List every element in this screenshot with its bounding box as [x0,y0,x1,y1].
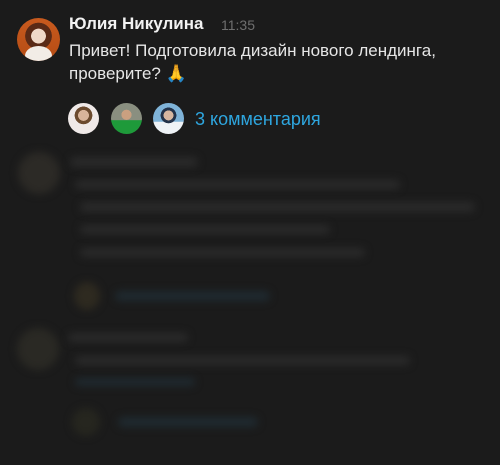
blurred-text [68,333,188,342]
blurred-text [75,180,400,189]
blurred-text [75,356,410,365]
blurred-text [80,225,330,234]
blurred-text [80,248,365,257]
comments-link[interactable]: 3 комментария [195,109,321,130]
blurred-link [118,417,258,427]
participant-avatar [68,103,99,134]
participant-avatar [111,103,142,134]
blurred-avatar [72,408,100,436]
participant-avatar [153,103,184,134]
blurred-text [80,202,475,212]
blurred-avatar [74,282,100,310]
blurred-link [115,291,270,301]
blurred-link [75,378,195,386]
message-text: Привет! Подготовила дизайн нового лендин… [69,41,436,83]
blurred-avatar [17,328,59,370]
author-avatar[interactable] [17,18,60,61]
message-time: 11:35 [221,17,255,33]
blurred-avatar [18,152,60,194]
blurred-text [70,157,198,167]
author-name[interactable]: Юлия Никулина [69,14,203,34]
